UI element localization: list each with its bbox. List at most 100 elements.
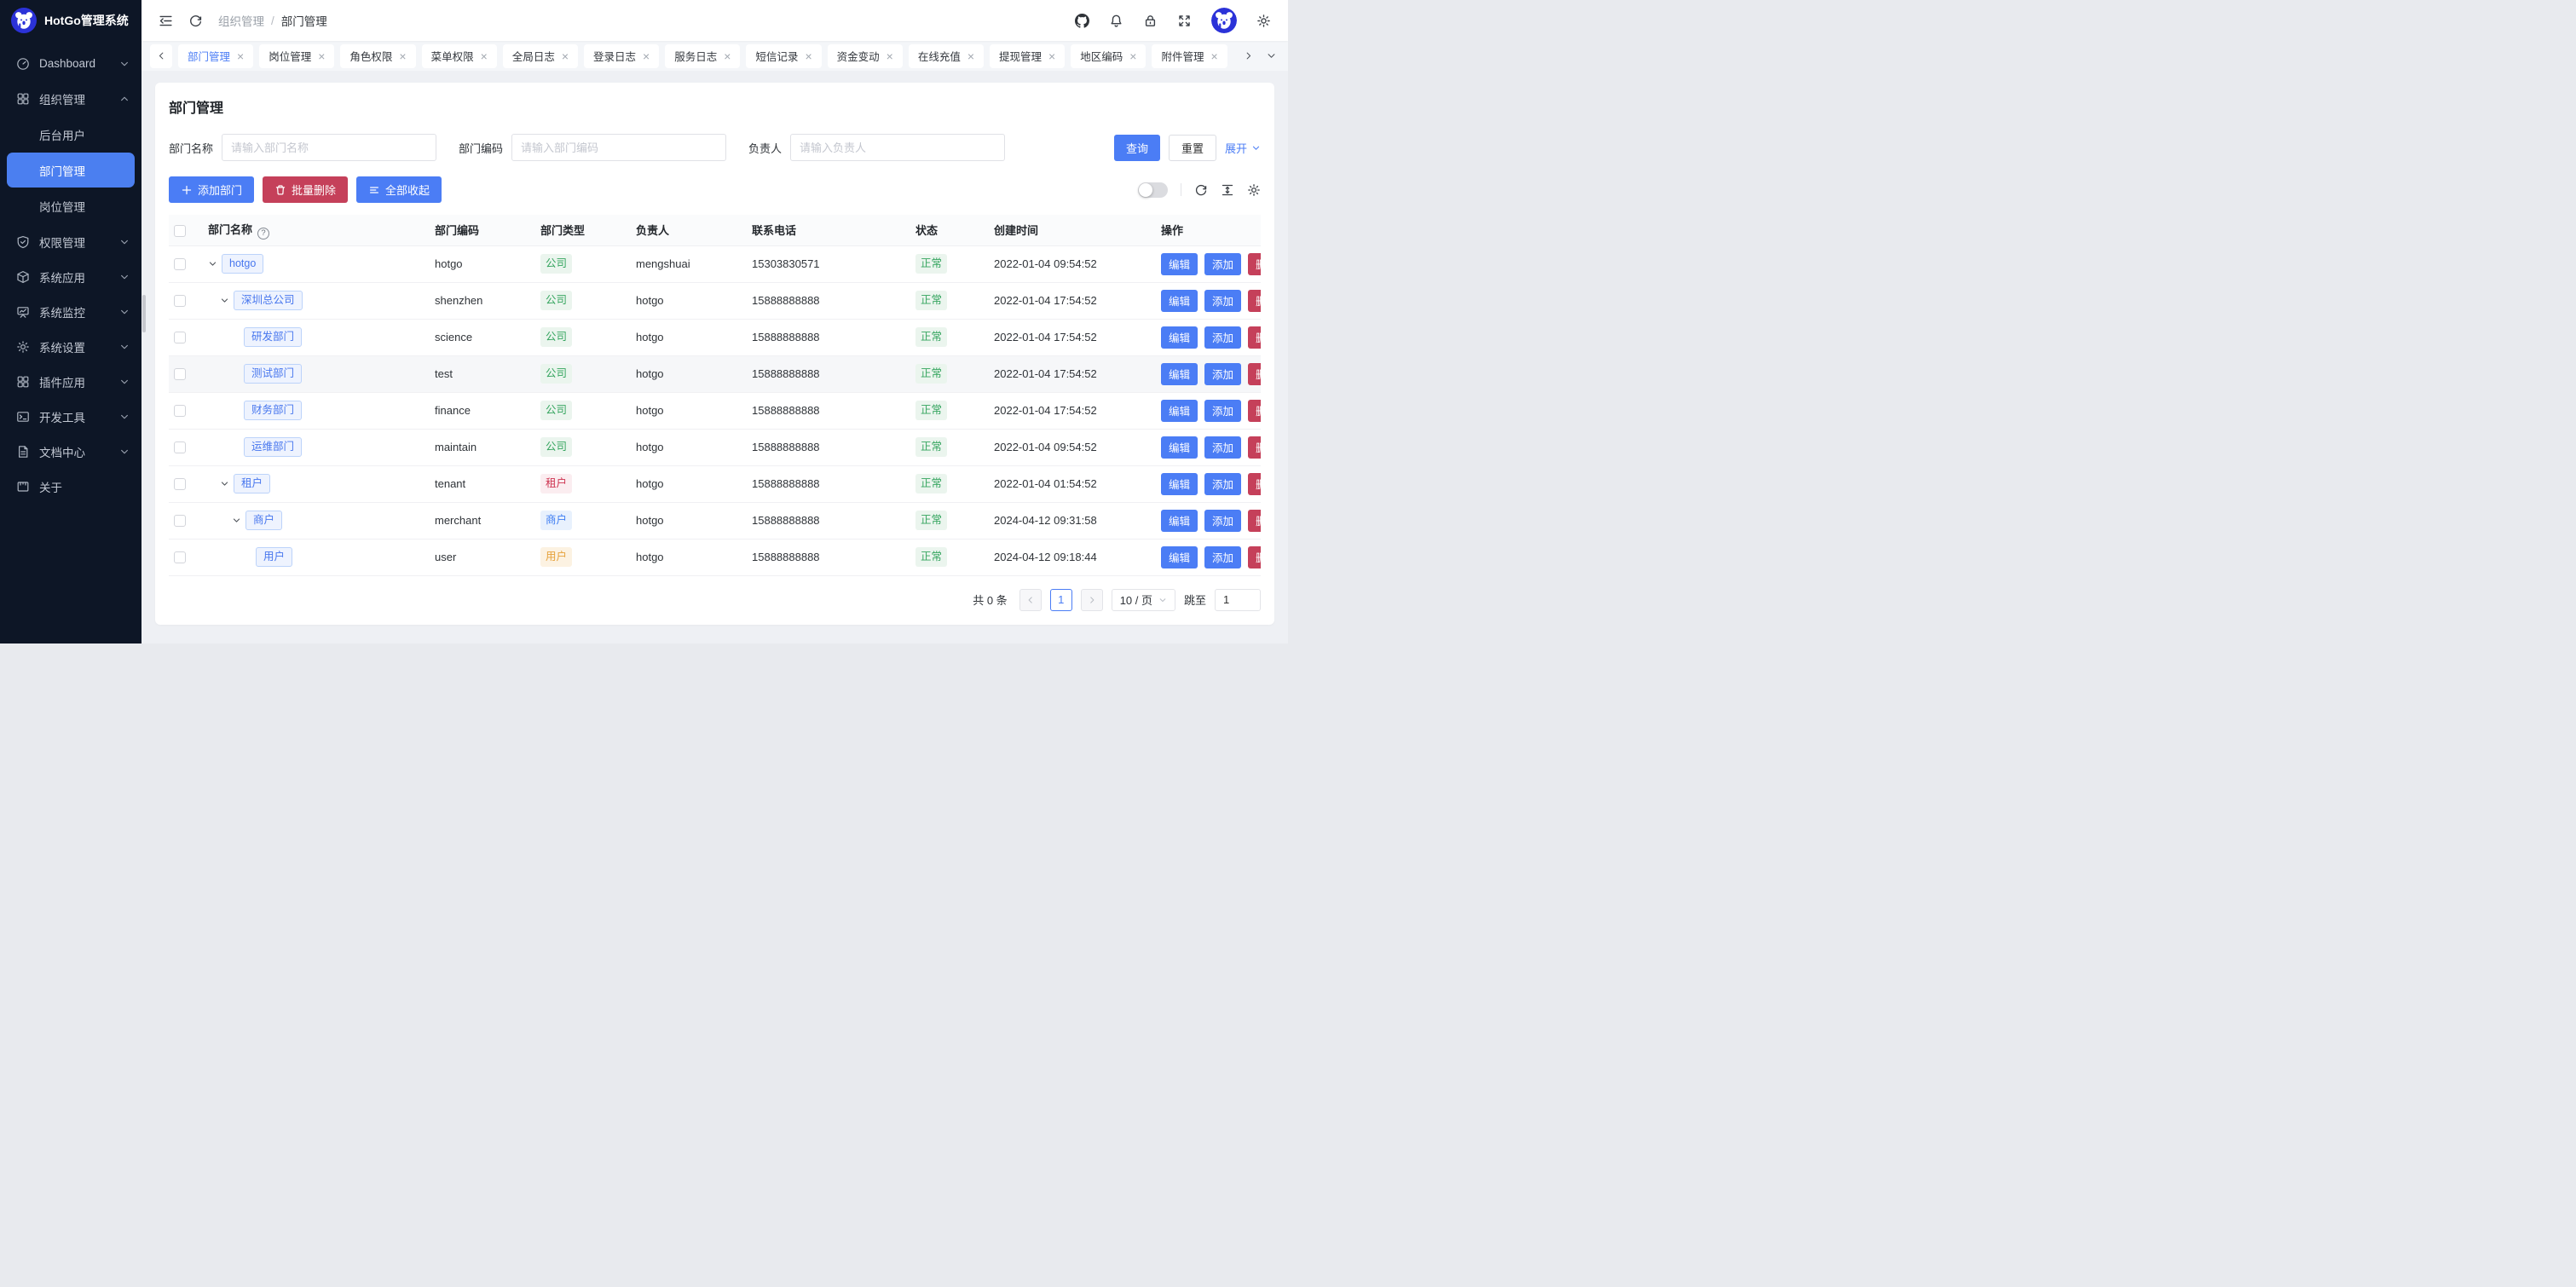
expand-chevron-icon[interactable]: [220, 296, 234, 305]
edit-row-button[interactable]: 编辑: [1161, 436, 1198, 459]
edit-row-button[interactable]: 编辑: [1161, 400, 1198, 422]
tabs-scroll-right-icon[interactable]: [1239, 44, 1256, 68]
sidebar-item-docs[interactable]: 文档中心: [0, 434, 142, 469]
help-icon[interactable]: ?: [257, 228, 269, 240]
row-checkbox[interactable]: [174, 258, 186, 270]
tab-login-log[interactable]: 登录日志×: [584, 44, 659, 68]
add-row-button[interactable]: 添加: [1204, 510, 1241, 532]
delete-row-button[interactable]: 删除: [1248, 290, 1261, 312]
row-checkbox[interactable]: [174, 478, 186, 490]
tab-global-log[interactable]: 全局日志×: [503, 44, 578, 68]
edit-row-button[interactable]: 编辑: [1161, 363, 1198, 385]
github-icon[interactable]: [1075, 14, 1089, 28]
sidebar-item-dashboard[interactable]: Dashboard: [0, 46, 142, 81]
edit-row-button[interactable]: 编辑: [1161, 326, 1198, 349]
reload-icon[interactable]: [188, 14, 203, 28]
user-avatar[interactable]: [1211, 8, 1237, 33]
app-logo[interactable]: HotGo管理系统: [0, 0, 142, 41]
add-row-button[interactable]: 添加: [1204, 436, 1241, 459]
tabs-scroll-left-icon[interactable]: [150, 44, 172, 68]
close-icon[interactable]: ×: [967, 50, 974, 62]
edit-row-button[interactable]: 编辑: [1161, 510, 1198, 532]
page-size-select[interactable]: 10 / 页: [1112, 589, 1175, 611]
next-page-icon[interactable]: [1081, 589, 1103, 611]
delete-row-button[interactable]: 删除: [1248, 546, 1261, 568]
close-icon[interactable]: ×: [887, 50, 893, 62]
row-checkbox[interactable]: [174, 442, 186, 453]
tabs-menu-chevron-icon[interactable]: [1262, 44, 1279, 68]
tab-serve-log[interactable]: 服务日志×: [665, 44, 740, 68]
select-all-checkbox[interactable]: [174, 225, 186, 237]
reset-button[interactable]: 重置: [1169, 135, 1216, 161]
add-row-button[interactable]: 添加: [1204, 400, 1241, 422]
sidebar-item-org[interactable]: 组织管理: [0, 81, 142, 116]
delete-row-button[interactable]: 删除: [1248, 510, 1261, 532]
close-icon[interactable]: ×: [562, 50, 569, 62]
scrollbar-thumb[interactable]: [142, 295, 146, 332]
sidebar-item-sys-app[interactable]: 系统应用: [0, 259, 142, 294]
close-icon[interactable]: ×: [318, 50, 325, 62]
delete-row-button[interactable]: 删除: [1248, 253, 1261, 275]
add-row-button[interactable]: 添加: [1204, 290, 1241, 312]
tab-menu-perm[interactable]: 菜单权限×: [422, 44, 497, 68]
tab-credits[interactable]: 资金变动×: [828, 44, 903, 68]
edit-row-button[interactable]: 编辑: [1161, 290, 1198, 312]
lock-icon[interactable]: [1143, 14, 1158, 28]
delete-row-button[interactable]: 删除: [1248, 473, 1261, 495]
tab-provinces[interactable]: 地区编码×: [1071, 44, 1146, 68]
close-icon[interactable]: ×: [481, 50, 488, 62]
dept-name-input[interactable]: [222, 134, 436, 161]
tab-attachment[interactable]: 附件管理×: [1152, 44, 1227, 68]
row-checkbox[interactable]: [174, 332, 186, 343]
row-checkbox[interactable]: [174, 405, 186, 417]
prev-page-icon[interactable]: [1019, 589, 1042, 611]
add-dept-button[interactable]: 添加部门: [169, 176, 254, 203]
sidebar-item-sys-setting[interactable]: 系统设置: [0, 329, 142, 364]
close-icon[interactable]: ×: [399, 50, 406, 62]
close-icon[interactable]: ×: [805, 50, 811, 62]
bell-icon[interactable]: [1109, 14, 1123, 28]
row-checkbox[interactable]: [174, 551, 186, 563]
striped-toggle[interactable]: [1138, 182, 1168, 198]
expand-chevron-icon[interactable]: [232, 516, 245, 525]
breadcrumb-current[interactable]: 部门管理: [281, 12, 327, 29]
close-icon[interactable]: ×: [1210, 50, 1217, 62]
tab-post[interactable]: 岗位管理×: [259, 44, 334, 68]
edit-row-button[interactable]: 编辑: [1161, 253, 1198, 275]
row-checkbox[interactable]: [174, 295, 186, 307]
tab-role[interactable]: 角色权限×: [340, 44, 415, 68]
edit-row-button[interactable]: 编辑: [1161, 473, 1198, 495]
settings-gear-icon[interactable]: [1256, 14, 1271, 28]
close-icon[interactable]: ×: [237, 50, 244, 62]
table-refresh-icon[interactable]: [1194, 183, 1208, 197]
fullscreen-icon[interactable]: [1177, 14, 1192, 28]
collapse-all-button[interactable]: 全部收起: [356, 176, 442, 203]
expand-chevron-icon[interactable]: [208, 259, 222, 268]
close-icon[interactable]: ×: [643, 50, 650, 62]
delete-row-button[interactable]: 删除: [1248, 326, 1261, 349]
sidebar-item-sys-monitor[interactable]: 系统监控: [0, 294, 142, 329]
delete-row-button[interactable]: 删除: [1248, 400, 1261, 422]
add-row-button[interactable]: 添加: [1204, 546, 1241, 568]
row-checkbox[interactable]: [174, 368, 186, 380]
leader-input[interactable]: [790, 134, 1005, 161]
batch-delete-button[interactable]: 批量删除: [263, 176, 348, 203]
expand-link[interactable]: 展开: [1225, 140, 1261, 156]
sidebar-item-devtool[interactable]: 开发工具: [0, 399, 142, 434]
breadcrumb-parent[interactable]: 组织管理: [218, 12, 264, 29]
column-settings-gear-icon[interactable]: [1247, 183, 1261, 197]
close-icon[interactable]: ×: [1048, 50, 1055, 62]
sidebar-item-about[interactable]: 关于: [0, 469, 142, 504]
tab-recharge[interactable]: 在线充值×: [909, 44, 984, 68]
sidebar-item-permission[interactable]: 权限管理: [0, 224, 142, 259]
row-density-icon[interactable]: [1221, 183, 1234, 197]
delete-row-button[interactable]: 删除: [1248, 436, 1261, 459]
query-button[interactable]: 查询: [1114, 135, 1160, 161]
tab-cash[interactable]: 提现管理×: [990, 44, 1065, 68]
menu-fold-icon[interactable]: [159, 14, 173, 28]
tab-dept[interactable]: 部门管理×: [178, 44, 253, 68]
edit-row-button[interactable]: 编辑: [1161, 546, 1198, 568]
close-icon[interactable]: ×: [1129, 50, 1136, 62]
add-row-button[interactable]: 添加: [1204, 473, 1241, 495]
sidebar-subitem-dept[interactable]: 部门管理: [7, 153, 135, 188]
